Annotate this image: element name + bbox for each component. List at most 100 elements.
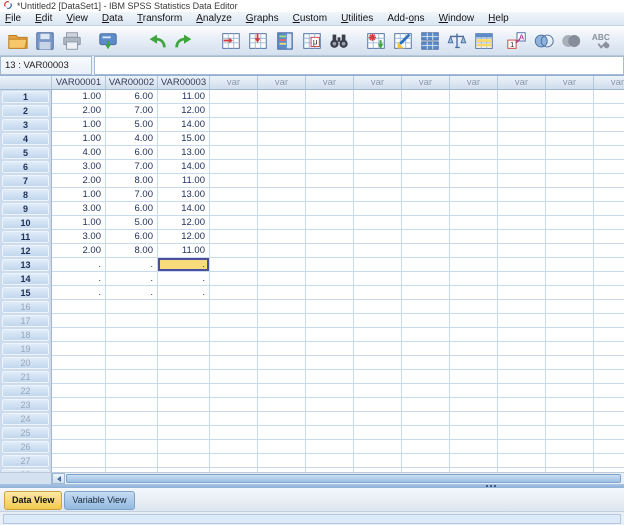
data-cell[interactable] <box>258 230 306 244</box>
data-cell[interactable] <box>52 370 106 384</box>
data-cell[interactable] <box>306 202 354 216</box>
data-cell[interactable] <box>450 244 498 258</box>
data-cell[interactable] <box>306 272 354 286</box>
data-cell[interactable] <box>450 398 498 412</box>
data-cell[interactable] <box>106 314 158 328</box>
data-cell[interactable] <box>498 300 546 314</box>
data-cell[interactable] <box>450 426 498 440</box>
data-cell[interactable] <box>354 244 402 258</box>
data-cell[interactable] <box>402 384 450 398</box>
data-cell[interactable]: 12.00 <box>158 230 210 244</box>
data-cell[interactable] <box>450 202 498 216</box>
row-header-1[interactable]: 1 <box>0 90 52 104</box>
data-cell[interactable] <box>498 412 546 426</box>
data-cell[interactable] <box>402 342 450 356</box>
data-cell[interactable] <box>106 426 158 440</box>
toolbar-goto-case-button[interactable] <box>217 28 244 54</box>
data-cell[interactable] <box>498 384 546 398</box>
menu-analyze[interactable]: Analyze <box>196 13 232 24</box>
tab-data-view[interactable]: Data View <box>4 491 63 510</box>
data-cell[interactable] <box>450 300 498 314</box>
data-cell[interactable] <box>546 244 594 258</box>
data-cell[interactable] <box>306 314 354 328</box>
data-cell[interactable] <box>594 314 624 328</box>
data-cell[interactable] <box>158 384 210 398</box>
data-cell[interactable] <box>354 272 402 286</box>
data-cell[interactable] <box>306 118 354 132</box>
toolbar-use-variable-sets-button[interactable] <box>530 28 557 54</box>
data-cell[interactable] <box>210 188 258 202</box>
data-cell[interactable] <box>354 202 402 216</box>
data-cell[interactable] <box>498 132 546 146</box>
data-cell[interactable] <box>546 146 594 160</box>
data-cell[interactable] <box>594 342 624 356</box>
data-cell[interactable] <box>450 160 498 174</box>
data-cell[interactable] <box>306 286 354 300</box>
row-header-3[interactable]: 3 <box>0 118 52 132</box>
data-cell[interactable]: 14.00 <box>158 202 210 216</box>
data-cell[interactable] <box>450 118 498 132</box>
data-cell[interactable] <box>402 328 450 342</box>
data-cell[interactable] <box>306 146 354 160</box>
toolbar-value-labels-button[interactable]: 1A <box>503 28 530 54</box>
toolbar-undo-button[interactable] <box>143 28 170 54</box>
data-cell[interactable] <box>594 202 624 216</box>
scroll-left-button[interactable] <box>52 473 65 484</box>
data-cell[interactable] <box>594 132 624 146</box>
data-cell[interactable]: 1.00 <box>52 90 106 104</box>
toolbar-variable-properties-button[interactable]: μ <box>298 28 325 54</box>
data-cell[interactable] <box>306 412 354 426</box>
data-cell[interactable] <box>594 300 624 314</box>
toolbar-select-cases-button[interactable] <box>470 28 497 54</box>
data-cell[interactable] <box>306 90 354 104</box>
data-cell[interactable] <box>52 328 106 342</box>
data-cell[interactable] <box>450 188 498 202</box>
data-cell[interactable] <box>546 258 594 272</box>
data-cell[interactable] <box>258 244 306 258</box>
data-cell[interactable] <box>402 244 450 258</box>
data-cell[interactable] <box>306 188 354 202</box>
data-cell[interactable] <box>498 454 546 468</box>
data-cell[interactable] <box>106 300 158 314</box>
data-cell[interactable] <box>158 328 210 342</box>
data-cell[interactable] <box>210 328 258 342</box>
row-header-16[interactable]: 16 <box>0 300 52 314</box>
menu-data[interactable]: Data <box>102 13 123 24</box>
data-cell[interactable] <box>258 398 306 412</box>
data-cell[interactable] <box>306 454 354 468</box>
data-cell[interactable] <box>402 146 450 160</box>
menu-graphs[interactable]: Graphs <box>246 13 279 24</box>
data-cell[interactable] <box>306 328 354 342</box>
data-cell[interactable] <box>498 370 546 384</box>
data-cell[interactable] <box>106 454 158 468</box>
data-cell[interactable] <box>450 412 498 426</box>
data-cell[interactable] <box>402 258 450 272</box>
row-header-23[interactable]: 23 <box>0 398 52 412</box>
row-header-22[interactable]: 22 <box>0 384 52 398</box>
data-cell[interactable] <box>52 440 106 454</box>
data-cell[interactable] <box>450 440 498 454</box>
data-cell[interactable] <box>106 356 158 370</box>
data-cell[interactable]: 13.00 <box>158 146 210 160</box>
data-cell[interactable] <box>402 272 450 286</box>
data-cell[interactable] <box>106 328 158 342</box>
toolbar-recall-dialogs-button[interactable] <box>94 28 121 54</box>
data-cell[interactable] <box>210 230 258 244</box>
data-cell[interactable] <box>450 216 498 230</box>
data-cell[interactable] <box>546 454 594 468</box>
data-cell[interactable] <box>258 286 306 300</box>
data-cell[interactable] <box>594 230 624 244</box>
menu-utilities[interactable]: Utilities <box>341 13 373 24</box>
data-cell[interactable] <box>498 426 546 440</box>
data-cell[interactable] <box>546 426 594 440</box>
data-cell[interactable] <box>52 398 106 412</box>
data-cell[interactable] <box>210 370 258 384</box>
data-cell[interactable] <box>450 342 498 356</box>
menu-transform[interactable]: Transform <box>137 13 182 24</box>
toolbar-insert-cases-button[interactable] <box>362 28 389 54</box>
data-cell[interactable] <box>594 244 624 258</box>
data-cell[interactable] <box>258 146 306 160</box>
data-cell[interactable] <box>450 356 498 370</box>
data-cell[interactable] <box>594 356 624 370</box>
data-cell[interactable] <box>498 356 546 370</box>
